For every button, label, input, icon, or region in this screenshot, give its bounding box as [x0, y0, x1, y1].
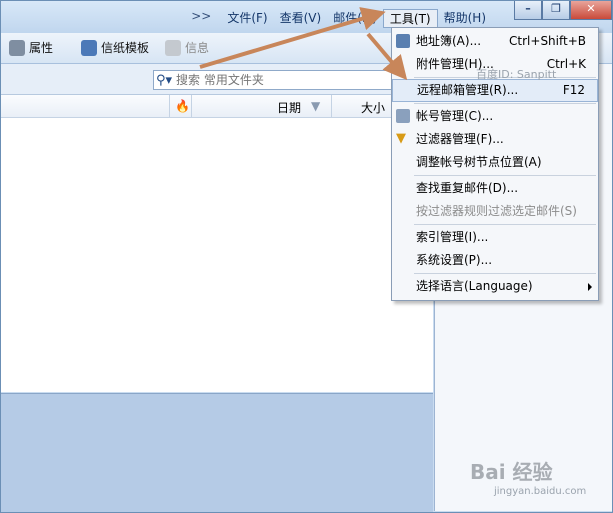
- watermark-logo: Bai 经验: [470, 460, 553, 484]
- info-icon: [165, 39, 181, 56]
- menu-separator: [414, 224, 596, 225]
- menu-item-accounts[interactable]: 帐号管理(C)...: [392, 105, 598, 128]
- minimize-button[interactable]: –: [514, 1, 542, 20]
- menu-separator: [414, 103, 596, 104]
- menu-help[interactable]: 帮助(H): [438, 9, 492, 28]
- menu-item-address-book[interactable]: 地址簿(A)... Ctrl+Shift+B: [392, 30, 598, 53]
- menu-tools[interactable]: 工具(T): [382, 9, 438, 28]
- watermark-id: 百度ID: Sanpitt: [476, 68, 557, 81]
- column-divider: [191, 95, 192, 117]
- menu-item-label: 选择语言(Language): [416, 279, 533, 293]
- info-button[interactable]: 信息: [165, 39, 209, 56]
- preview-pane[interactable]: [1, 393, 433, 512]
- menu-item-filters[interactable]: ▼ 过滤器管理(F)...: [392, 128, 598, 151]
- menu-view[interactable]: 查看(V): [274, 9, 328, 28]
- menu-bar: >> 文件(F) 查看(V) 邮件(M) 工具(T) 帮助(H): [185, 9, 492, 28]
- priority-flame-icon[interactable]: 🔥: [175, 99, 190, 113]
- properties-button[interactable]: 属性: [9, 39, 53, 56]
- stationery-label: 信纸模板: [101, 41, 150, 55]
- submenu-arrow-icon: [588, 283, 592, 291]
- column-divider: [169, 95, 170, 117]
- menu-item-label: 地址簿(A)...: [416, 34, 482, 48]
- column-date[interactable]: 日期: [277, 99, 301, 116]
- gear-icon: [9, 39, 25, 56]
- filter-funnel-icon: ▼: [396, 131, 406, 146]
- accounts-icon: [396, 109, 410, 123]
- menu-item-filter-selected[interactable]: 按过滤器规则过滤选定邮件(S): [392, 200, 598, 223]
- menu-item-remote-mailbox[interactable]: 远程邮箱管理(R)... F12: [392, 79, 598, 102]
- stationery-button[interactable]: 信纸模板: [81, 39, 149, 56]
- sort-desc-icon[interactable]: ▼: [311, 99, 320, 113]
- menu-item-language[interactable]: 选择语言(Language): [392, 275, 598, 298]
- menu-overflow-chevron[interactable]: >>: [185, 9, 221, 28]
- message-list[interactable]: [1, 118, 433, 392]
- window-controls: – ❐ ✕: [514, 1, 612, 20]
- watermark-url: jingyan.baidu.com: [494, 486, 587, 497]
- menu-separator: [414, 273, 596, 274]
- properties-label: 属性: [29, 41, 54, 55]
- menu-item-label: 查找重复邮件(D)...: [416, 181, 519, 195]
- menu-item-adjust-tree[interactable]: 调整帐号树节点位置(A): [392, 151, 598, 174]
- address-book-icon: [396, 34, 410, 48]
- menu-item-label: 过滤器管理(F)...: [416, 132, 504, 146]
- search-icon[interactable]: ⚲▾: [154, 73, 174, 88]
- column-size[interactable]: 大小: [361, 99, 385, 116]
- menu-item-label: 系统设置(P)...: [416, 253, 493, 267]
- message-list-header: 🔥 日期 ▼ 大小: [1, 95, 433, 118]
- menu-item-label: 索引管理(I)...: [416, 230, 489, 244]
- column-divider: [331, 95, 332, 117]
- menu-item-settings[interactable]: 系统设置(P)...: [392, 249, 598, 272]
- info-label: 信息: [185, 41, 210, 55]
- menu-item-index[interactable]: 索引管理(I)...: [392, 226, 598, 249]
- close-button[interactable]: ✕: [570, 1, 612, 20]
- menu-item-label: 帐号管理(C)...: [416, 109, 494, 123]
- menu-item-label: 调整帐号树节点位置(A): [416, 155, 542, 169]
- menu-item-find-duplicates[interactable]: 查找重复邮件(D)...: [392, 177, 598, 200]
- menu-file[interactable]: 文件(F): [221, 9, 273, 28]
- menu-item-label: 远程邮箱管理(R)...: [417, 83, 519, 97]
- menu-separator: [414, 175, 596, 176]
- menu-mail[interactable]: 邮件(M): [327, 9, 383, 28]
- menu-item-shortcut: F12: [562, 83, 585, 97]
- search-bar: ⚲▾: [1, 64, 435, 95]
- menu-item-label: 按过滤器规则过滤选定邮件(S): [416, 204, 577, 218]
- document-icon: [81, 39, 97, 56]
- menu-item-shortcut: Ctrl+Shift+B: [509, 34, 586, 48]
- search-input[interactable]: [174, 72, 428, 88]
- restore-button[interactable]: ❐: [542, 1, 570, 20]
